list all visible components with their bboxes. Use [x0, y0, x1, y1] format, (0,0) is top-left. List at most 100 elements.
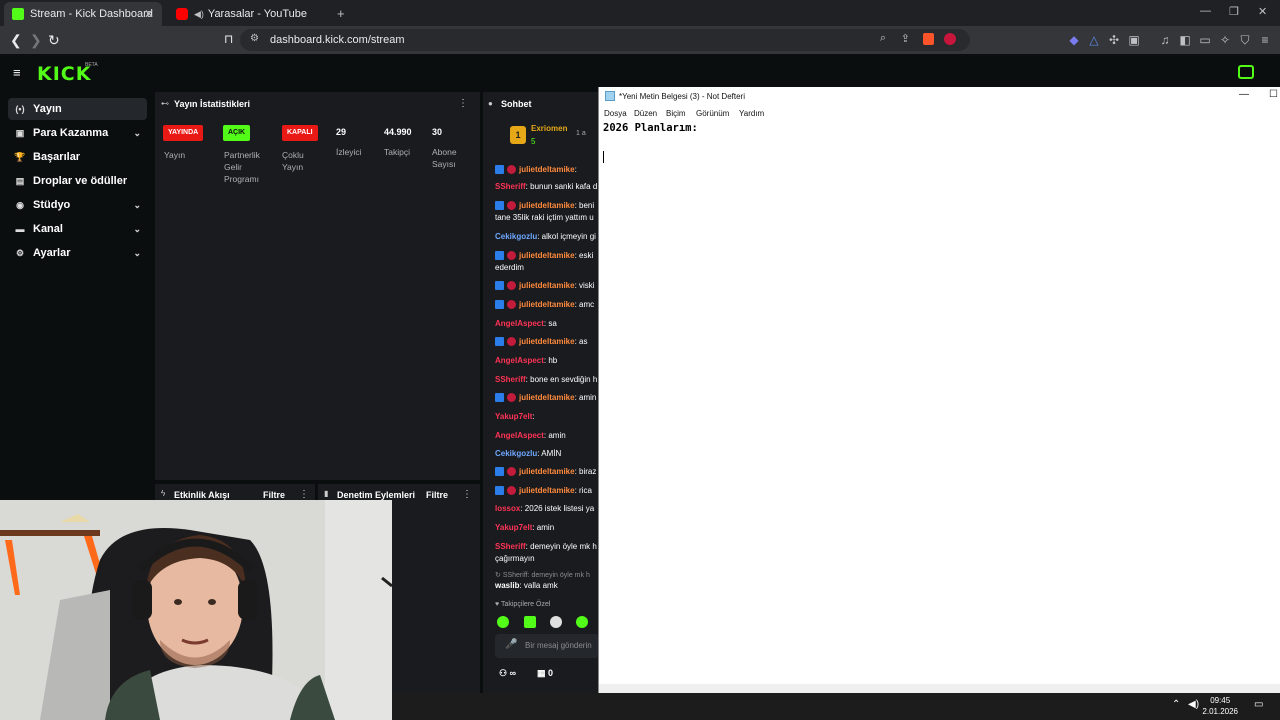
chat-username[interactable]: julietdeltamike	[519, 165, 575, 174]
kick-logo[interactable]: KICK	[37, 63, 91, 85]
leo-ai-icon[interactable]: ✧	[1218, 33, 1232, 47]
chat-gifts[interactable]: ▦ 0	[537, 668, 553, 679]
restore-icon[interactable]: ❐	[1229, 5, 1239, 18]
menu-duzen[interactable]: Düzen	[634, 109, 657, 118]
notepad-title-bar: *Yeni Metin Belgesi (3) - Not Defteri — …	[599, 87, 1280, 105]
chat-username[interactable]: julietdeltamike	[519, 281, 575, 290]
new-tab-button[interactable]: +	[337, 6, 345, 21]
sidebar-icon[interactable]: ◧	[1178, 33, 1192, 47]
brave-shield-icon[interactable]	[923, 33, 934, 45]
reload-icon[interactable]: ↻	[48, 32, 60, 49]
notice-text: Takipçilere Özel	[500, 601, 551, 608]
more-options-icon[interactable]: ⋮	[458, 98, 468, 109]
subscriber-badge-icon	[507, 337, 516, 347]
sidebar-item-droplar[interactable]: ▤ Droplar ve ödüller	[8, 170, 147, 192]
tab-kick-dashboard[interactable]: Stream - Kick Dashboard ✕	[4, 2, 162, 26]
horizontal-scrollbar[interactable]	[599, 684, 1280, 693]
more-options-icon[interactable]: ⋮	[462, 489, 472, 500]
creator-icon[interactable]	[1238, 65, 1254, 79]
chat-username[interactable]: julietdeltamike	[519, 393, 575, 402]
chat-username[interactable]: AngelAspect	[495, 356, 544, 365]
tab-title: Yarasalar - YouTube	[207, 8, 307, 20]
system-clock[interactable]: 09:45 2.01.2026	[1202, 695, 1238, 717]
extension-icon[interactable]: △	[1087, 33, 1101, 47]
emote-icon[interactable]	[576, 616, 588, 628]
tab-youtube[interactable]: ◀) Yarasalar - YouTube	[168, 2, 328, 26]
close-tab-icon[interactable]: ✕	[144, 7, 154, 21]
chat-username[interactable]: Cekikgozlu	[495, 449, 537, 458]
screenshot-icon[interactable]: ▣	[1127, 33, 1141, 47]
emote-icon[interactable]	[550, 616, 562, 628]
sidebar-item-ayarlar[interactable]: ⚙ Ayarlar ⌄	[8, 242, 147, 264]
brave-rewards-icon[interactable]	[944, 33, 956, 45]
chat-username[interactable]: julietdeltamike	[519, 201, 575, 210]
chat-username[interactable]: lossox	[495, 504, 520, 513]
filter-button[interactable]: Filtre	[263, 490, 285, 500]
subscriber-badge-icon	[507, 300, 516, 310]
chat-message: Cekikgozlu: alkol içmeyin gi	[495, 231, 596, 243]
chat-username[interactable]: SSheriff	[495, 182, 526, 191]
chat-username[interactable]: julietdeltamike	[519, 467, 575, 476]
chat-text: : sa	[543, 319, 557, 328]
microphone-icon[interactable]: 🎤	[505, 639, 517, 650]
site-info-icon[interactable]: ⚙	[250, 33, 259, 44]
chat-text: : hb	[543, 356, 558, 365]
notepad-text-area[interactable]: 2026 Planlarım:	[603, 122, 698, 134]
menu-icon[interactable]: ≡	[1258, 33, 1272, 47]
menu-bicim[interactable]: Biçim	[666, 109, 686, 118]
menu-dosya[interactable]: Dosya	[604, 109, 627, 118]
more-options-icon[interactable]: ⋮	[299, 489, 309, 500]
wallet-icon[interactable]: ▭	[1198, 33, 1212, 47]
sidebar-item-studyo[interactable]: ◉ Stüdyo ⌄	[8, 194, 147, 216]
chat-username[interactable]: julietdeltamike	[519, 486, 575, 495]
moderator-badge-icon	[495, 300, 504, 310]
sidebar-item-para-kazanma[interactable]: ▣ Para Kazanma ⌄	[8, 122, 147, 144]
forward-icon[interactable]: ❯	[30, 32, 42, 49]
chat-username[interactable]: Yakup7elt	[495, 412, 532, 421]
chat-username[interactable]: AngelAspect	[495, 431, 544, 440]
extension-icon[interactable]: ◆	[1067, 33, 1081, 47]
chat-username[interactable]: Cekikgozlu	[495, 232, 537, 241]
speaker-icon[interactable]: ◀)	[1188, 699, 1199, 710]
sidebar-item-basarilar[interactable]: 🏆 Başarılar	[8, 146, 147, 168]
hamburger-menu-icon[interactable]: ≡	[13, 65, 21, 80]
vpn-icon[interactable]: ⛉	[1238, 33, 1252, 47]
sidebar-item-yayin[interactable]: (•) Yayın	[8, 98, 147, 120]
text-cursor	[603, 151, 604, 163]
chat-username[interactable]: Yakup7elt	[495, 523, 532, 532]
maximize-icon[interactable]: ☐	[1269, 89, 1278, 100]
emote-icon[interactable]	[524, 616, 536, 628]
menu-yardim[interactable]: Yardım	[739, 109, 764, 118]
chat-username[interactable]: SSheriff	[495, 542, 526, 551]
minimize-icon[interactable]: —	[1200, 5, 1211, 17]
emote-icon[interactable]	[497, 616, 509, 628]
bookmark-icon[interactable]: ⊓	[224, 32, 233, 46]
chat-username[interactable]: waslib	[495, 581, 519, 590]
close-window-icon[interactable]: ✕	[1258, 5, 1267, 18]
notification-icon[interactable]: ▭	[1254, 699, 1263, 710]
chat-username[interactable]: SSheriff	[495, 375, 526, 384]
money-icon: ▣	[15, 127, 25, 138]
tray-chevron-icon[interactable]: ⌃	[1172, 699, 1180, 710]
chat-username[interactable]: AngelAspect	[495, 319, 544, 328]
back-icon[interactable]: ❮	[10, 32, 22, 49]
address-bar[interactable]: ⚙ dashboard.kick.com/stream ⌕ ⇪	[240, 29, 970, 51]
pinned-username[interactable]: Exriomen	[531, 124, 567, 133]
chat-message: julietdeltamike: rica	[495, 485, 592, 497]
menu-gorunum[interactable]: Görünüm	[696, 109, 729, 118]
chat-username[interactable]: julietdeltamike	[519, 251, 575, 260]
chat-username[interactable]: julietdeltamike	[519, 300, 575, 309]
dashboard-sidebar: (•) Yayın ▣ Para Kazanma ⌄ 🏆 Başarılar ▤…	[0, 92, 154, 500]
zoom-icon[interactable]: ⌕	[880, 32, 886, 45]
chat-input[interactable]: 🎤 Bir mesaj gönderin	[495, 634, 599, 658]
stat-label: Partnerlik	[224, 150, 260, 160]
chat-username[interactable]: julietdeltamike	[519, 337, 575, 346]
filter-button[interactable]: Filtre	[426, 490, 448, 500]
extensions-puzzle-icon[interactable]: ✣	[1107, 33, 1121, 47]
minimize-icon[interactable]: —	[1239, 89, 1249, 100]
sidebar-item-kanal[interactable]: ▬ Kanal ⌄	[8, 218, 147, 240]
sidebar-item-label: Başarılar	[33, 151, 81, 163]
share-icon[interactable]: ⇪	[901, 32, 910, 45]
media-control-icon[interactable]: ♫	[1158, 33, 1172, 47]
chat-viewers[interactable]: ⚇ ∞	[499, 668, 516, 679]
